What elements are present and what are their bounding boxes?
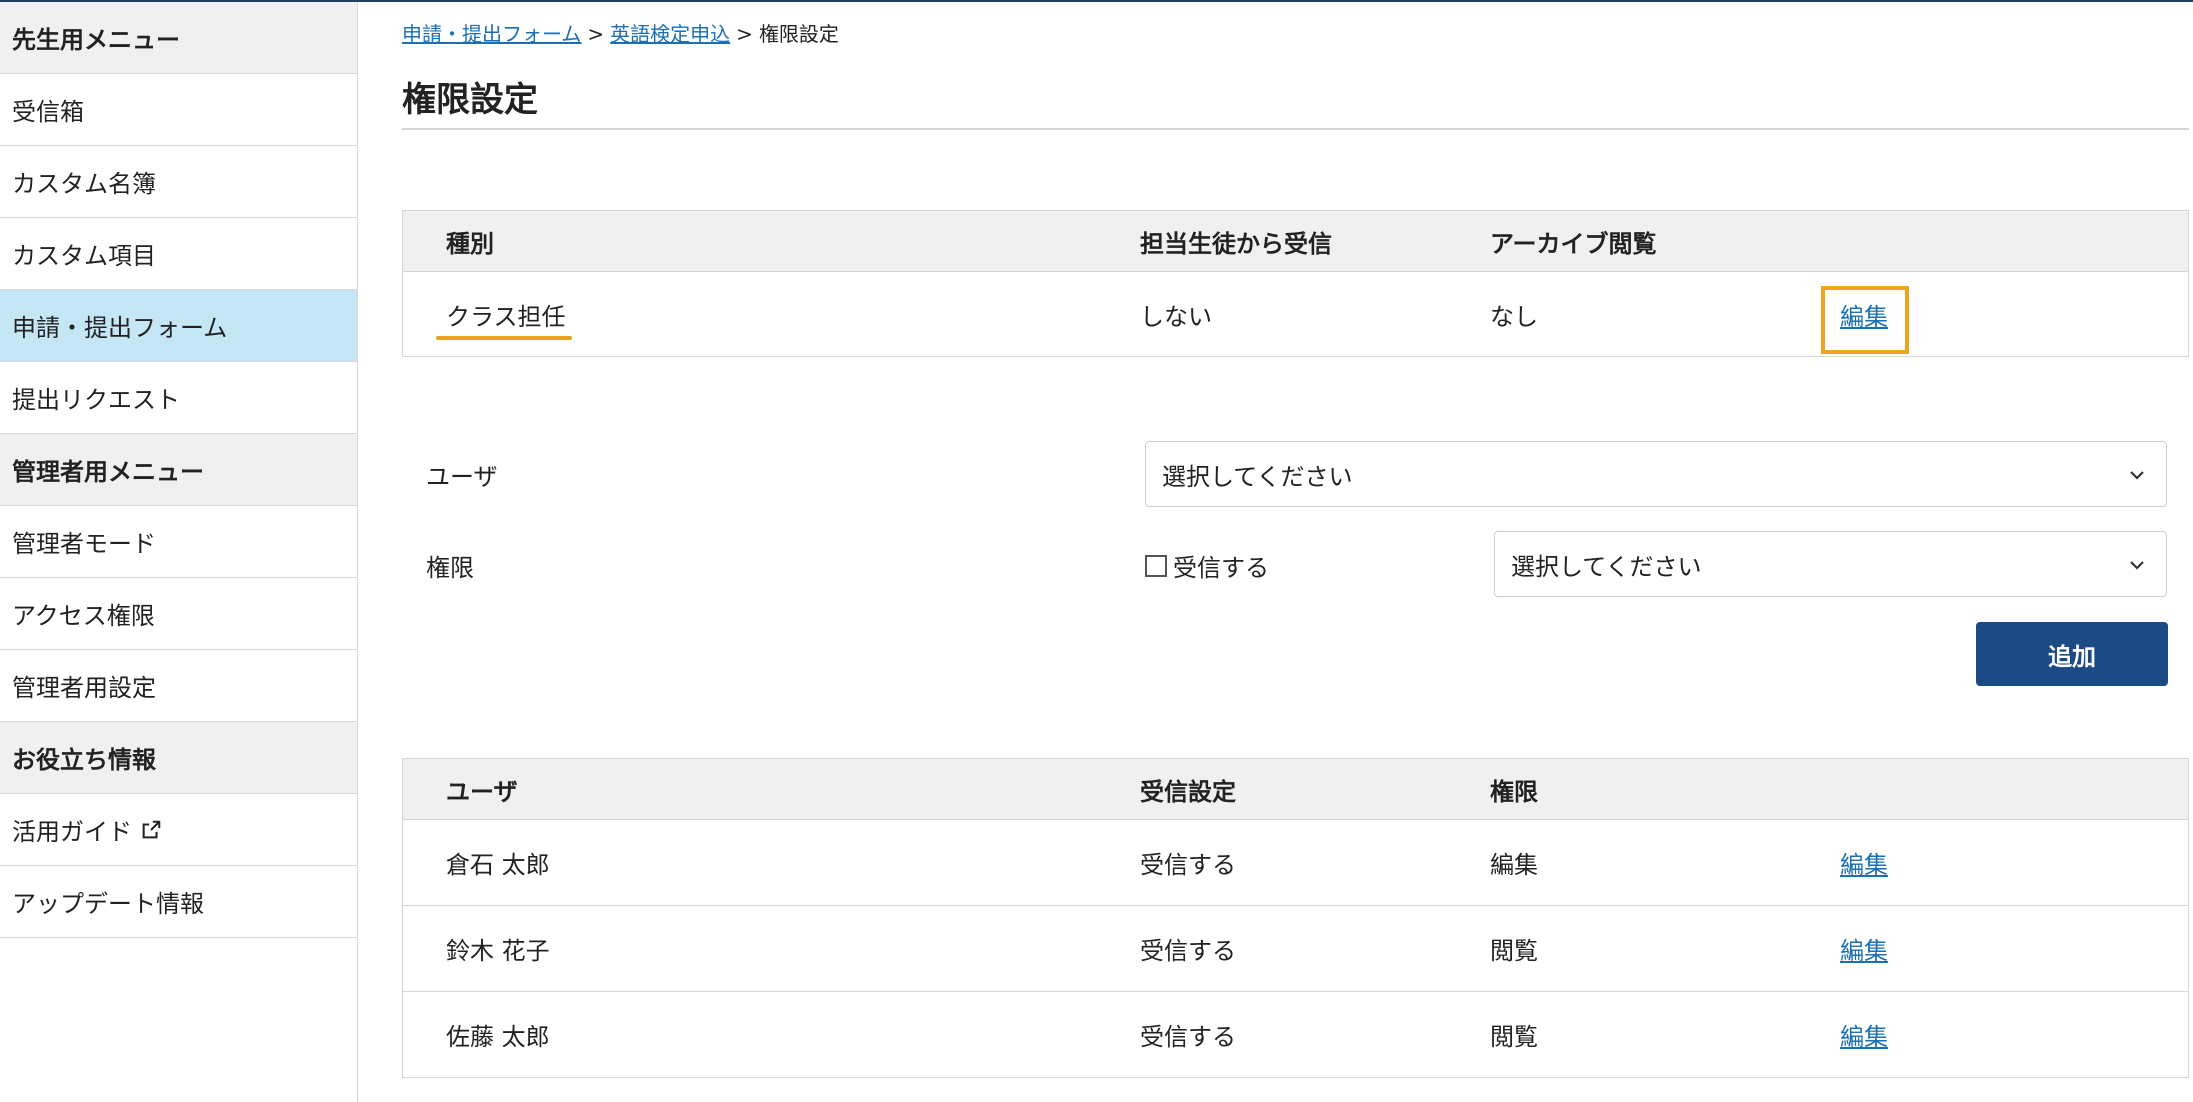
user-name-cell: 鈴木 花子 bbox=[446, 937, 550, 965]
table-header-row: 種別 担当生徒から受信 アーカイブ閲覧 bbox=[403, 211, 2188, 271]
sidebar-item-forms[interactable]: 申請・提出フォーム bbox=[0, 290, 357, 362]
chevron-down-icon bbox=[2130, 471, 2144, 480]
table-header-row: ユーザ 受信設定 権限 bbox=[403, 759, 2188, 819]
table-row: 鈴木 花子 受信する 閲覧 編集 bbox=[403, 905, 2188, 991]
sidebar-item-updates[interactable]: アップデート情報 bbox=[0, 866, 357, 938]
user-edit-link[interactable]: 編集 bbox=[1840, 931, 1888, 966]
sidebar-section-teacher-menu: 先生用メニュー bbox=[0, 2, 357, 74]
breadcrumb-link-english-test[interactable]: 英語検定申込 bbox=[610, 22, 730, 46]
header-type: 種別 bbox=[446, 229, 494, 258]
user-receive-cell: 受信する bbox=[1140, 1023, 1236, 1051]
table-row: 佐藤 太郎 受信する 閲覧 編集 bbox=[403, 991, 2188, 1077]
role-receive-cell: しない bbox=[1140, 302, 1212, 331]
sidebar-item-admin-settings[interactable]: 管理者用設定 bbox=[0, 650, 357, 722]
title-divider bbox=[402, 128, 2189, 130]
table-row: クラス担任 しない なし 編集 bbox=[403, 271, 2188, 356]
user-edit-cell: 編集 bbox=[1840, 820, 1888, 905]
user-permission-table: ユーザ 受信設定 権限 倉石 太郎 受信する 編集 編集 鈴木 花子 受信する … bbox=[402, 758, 2189, 1078]
header-permission: 権限 bbox=[1490, 777, 1538, 806]
table-row: 倉石 太郎 受信する 編集 編集 bbox=[403, 819, 2188, 905]
chevron-down-icon bbox=[2130, 561, 2144, 570]
role-archive-cell: なし bbox=[1490, 302, 1538, 331]
page-title: 権限設定 bbox=[402, 80, 538, 120]
sidebar-section-admin-menu: 管理者用メニュー bbox=[0, 434, 357, 506]
header-user: ユーザ bbox=[446, 777, 518, 806]
user-edit-link[interactable]: 編集 bbox=[1840, 1017, 1888, 1052]
sidebar-item-custom-fields[interactable]: カスタム項目 bbox=[0, 218, 357, 290]
role-permission-table: 種別 担当生徒から受信 アーカイブ閲覧 クラス担任 しない なし 編集 bbox=[402, 210, 2189, 357]
user-label: ユーザ bbox=[426, 463, 498, 491]
receive-checkbox-group[interactable]: 受信する bbox=[1145, 548, 1269, 583]
permission-select-value: 選択してください bbox=[1511, 552, 1702, 581]
header-receive-from-students: 担当生徒から受信 bbox=[1140, 229, 1332, 258]
header-receive-setting: 受信設定 bbox=[1140, 777, 1236, 806]
user-name-cell: 佐藤 太郎 bbox=[446, 1023, 550, 1051]
user-permission-cell: 閲覧 bbox=[1490, 937, 1538, 965]
user-edit-cell: 編集 bbox=[1840, 992, 1888, 1077]
edit-highlight-box bbox=[1821, 286, 1909, 354]
breadcrumb-link-forms[interactable]: 申請・提出フォーム bbox=[402, 22, 581, 46]
user-receive-cell: 受信する bbox=[1140, 937, 1236, 965]
sidebar-item-submission-requests[interactable]: 提出リクエスト bbox=[0, 362, 357, 434]
permission-label: 権限 bbox=[426, 554, 474, 582]
sidebar-item-usage-guide[interactable]: 活用ガイド bbox=[0, 794, 357, 866]
breadcrumb-current: 権限設定 bbox=[758, 22, 839, 46]
role-type-label: クラス担任 bbox=[436, 297, 572, 340]
user-select[interactable]: 選択してください bbox=[1145, 441, 2167, 507]
user-edit-link[interactable]: 編集 bbox=[1840, 845, 1888, 880]
user-name-cell: 倉石 太郎 bbox=[446, 851, 550, 879]
receive-checkbox-label: 受信する bbox=[1173, 554, 1269, 582]
user-receive-cell: 受信する bbox=[1140, 851, 1236, 879]
header-archive-view: アーカイブ閲覧 bbox=[1490, 229, 1657, 258]
receive-checkbox[interactable] bbox=[1145, 554, 1167, 577]
sidebar: 先生用メニュー 受信箱 カスタム名簿 カスタム項目 申請・提出フォーム 提出リク… bbox=[0, 2, 358, 1102]
sidebar-item-admin-mode[interactable]: 管理者モード bbox=[0, 506, 357, 578]
main-content: 申請・提出フォーム > 英語検定申込 > 権限設定 権限設定 種別 担当生徒から受信 ア… bbox=[402, 0, 2189, 1102]
sidebar-item-custom-roster[interactable]: カスタム名簿 bbox=[0, 146, 357, 218]
user-select-value: 選択してください bbox=[1162, 462, 1353, 491]
sidebar-item-access-permissions[interactable]: アクセス権限 bbox=[0, 578, 357, 650]
add-button[interactable]: 追加 bbox=[1976, 622, 2168, 686]
external-link-icon bbox=[142, 820, 161, 838]
user-permission-cell: 閲覧 bbox=[1490, 1023, 1538, 1051]
permission-select[interactable]: 選択してください bbox=[1494, 531, 2167, 597]
user-permission-cell: 編集 bbox=[1490, 851, 1538, 879]
user-edit-cell: 編集 bbox=[1840, 906, 1888, 991]
sidebar-item-inbox[interactable]: 受信箱 bbox=[0, 74, 357, 146]
breadcrumb: 申請・提出フォーム > 英語検定申込 > 権限設定 bbox=[402, 22, 839, 46]
role-type-cell: クラス担任 bbox=[436, 272, 572, 356]
sidebar-section-useful-info: お役立ち情報 bbox=[0, 722, 357, 794]
